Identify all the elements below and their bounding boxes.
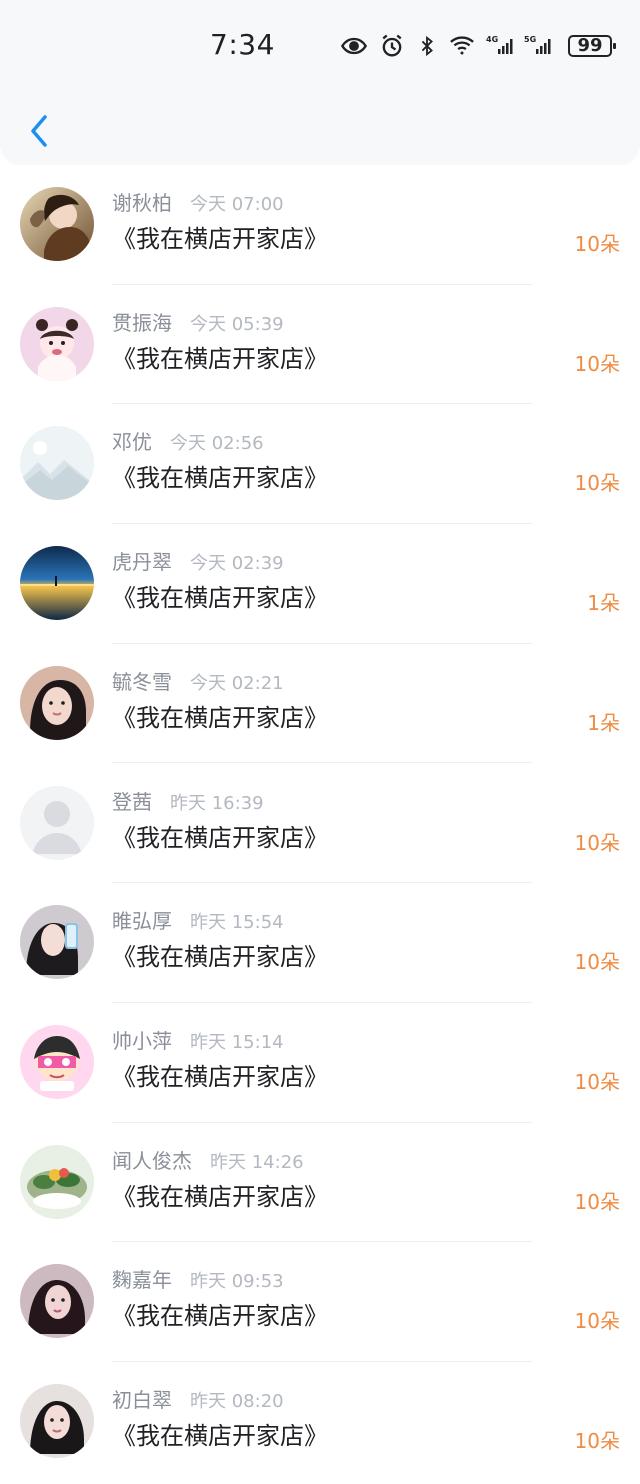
4g-signal-icon: 4G: [486, 35, 513, 54]
list-item[interactable]: 邓优 今天 02:56 《我在横店开家店》 10朵: [0, 404, 640, 525]
timestamp: 今天 02:56: [170, 433, 264, 455]
avatar: [20, 1384, 94, 1458]
battery-icon: 99: [568, 35, 616, 57]
avatar: [20, 785, 94, 860]
user-name: 帅小萍: [112, 1028, 172, 1053]
flower-count: 10朵: [574, 1429, 620, 1453]
list-item[interactable]: 毓冬雪 今天 02:21 《我在横店开家店》 1朵: [0, 644, 640, 764]
item-meta: 谢秋柏 今天 07:00: [112, 190, 284, 218]
status-bar: 7:34 4G 5G 99: [0, 0, 640, 88]
list-item[interactable]: 帅小萍 昨天 15:14 《我在横店开家店》 10朵: [0, 1003, 640, 1123]
item-meta: 虎丹翠 今天 02:39: [112, 549, 284, 577]
app-screen: 7:34 4G 5G 99 谢秋柏 今天 07:00 《我在横店开家店》 10朵…: [0, 0, 640, 1484]
timestamp: 昨天 16:39: [170, 792, 264, 814]
list-item[interactable]: 登茜 昨天 16:39 《我在横店开家店》 10朵: [0, 764, 640, 884]
flower-count: 10朵: [574, 830, 620, 855]
book-title: 《我在横店开家店》: [112, 943, 328, 972]
book-title: 《我在横店开家店》: [112, 1422, 328, 1450]
status-time: 7:34: [210, 28, 275, 61]
flower-count: 1朵: [587, 591, 620, 616]
timestamp: 今天 05:39: [190, 313, 284, 335]
user-name: 登茜: [112, 789, 152, 814]
wifi-icon: [450, 36, 474, 55]
back-chevron-icon: [31, 115, 47, 147]
item-meta: 毓冬雪 今天 02:21: [112, 669, 284, 697]
list-item[interactable]: 睢弘厚 昨天 15:54 《我在横店开家店》 10朵: [0, 883, 640, 1003]
list-item[interactable]: 麴嘉年 昨天 09:53 《我在横店开家店》 10朵: [0, 1242, 640, 1362]
user-name: 贯振海: [112, 310, 172, 335]
list-item[interactable]: 初白翠 昨天 08:20 《我在横店开家店》 10朵: [0, 1362, 640, 1482]
book-title: 《我在横店开家店》: [112, 225, 328, 253]
svg-text:5G: 5G: [524, 35, 536, 44]
header: 7:34 4G 5G 99: [0, 0, 640, 165]
avatar: [20, 546, 94, 621]
item-meta: 登茜 昨天 16:39: [112, 789, 264, 817]
book-title: 《我在横店开家店》: [112, 703, 328, 732]
timestamp: 昨天 09:53: [190, 1271, 284, 1293]
timestamp: 今天 02:39: [190, 553, 284, 575]
user-name: 邓优: [112, 430, 152, 455]
flower-count: 10朵: [574, 1069, 620, 1094]
flower-count: 10朵: [574, 1189, 620, 1214]
timestamp: 今天 02:21: [190, 672, 284, 694]
user-name: 初白翠: [112, 1388, 172, 1412]
list-item[interactable]: 贯振海 今天 05:39 《我在横店开家店》 10朵: [0, 285, 640, 405]
user-name: 虎丹翠: [112, 550, 172, 575]
book-title: 《我在横店开家店》: [112, 1302, 328, 1331]
timestamp: 昨天 08:20: [190, 1391, 284, 1412]
bluetooth-icon: [421, 35, 433, 57]
user-name: 毓冬雪: [112, 669, 172, 694]
flower-count: 10朵: [574, 351, 620, 376]
avatar: [20, 306, 94, 381]
timestamp: 昨天 14:26: [210, 1151, 304, 1173]
book-title: 《我在横店开家店》: [112, 1182, 328, 1211]
item-meta: 贯振海 今天 05:39: [112, 310, 284, 338]
book-title: 《我在横店开家店》: [112, 464, 328, 493]
list-item[interactable]: 虎丹翠 今天 02:39 《我在横店开家店》 1朵: [0, 524, 640, 644]
item-meta: 邓优 今天 02:56: [112, 429, 264, 457]
timestamp: 昨天 15:54: [190, 912, 284, 934]
avatar: [20, 426, 94, 501]
flower-count: 10朵: [574, 232, 620, 256]
book-title: 《我在横店开家店》: [112, 344, 328, 373]
list-item[interactable]: 闻人俊杰 昨天 14:26 《我在横店开家店》 10朵: [0, 1123, 640, 1243]
avatar: [20, 1024, 94, 1099]
item-meta: 帅小萍 昨天 15:14: [112, 1028, 284, 1056]
flower-count: 1朵: [587, 710, 620, 735]
user-name: 闻人俊杰: [112, 1148, 192, 1173]
book-title: 《我在横店开家店》: [112, 1062, 328, 1091]
avatar: [20, 905, 94, 980]
user-name: 麴嘉年: [112, 1268, 172, 1293]
back-button[interactable]: [22, 110, 56, 152]
eye-icon: [340, 37, 368, 55]
user-name: 谢秋柏: [112, 191, 172, 215]
gift-record-list: 谢秋柏 今天 07:00 《我在横店开家店》 10朵 贯振海 今天 05:39 …: [0, 165, 640, 1484]
item-meta: 闻人俊杰 昨天 14:26: [112, 1148, 304, 1176]
book-title: 《我在横店开家店》: [112, 584, 328, 613]
list-item[interactable]: 谢秋柏 今天 07:00 《我在横店开家店》 10朵: [0, 165, 640, 285]
flower-count: 10朵: [574, 1309, 620, 1334]
avatar: [20, 187, 94, 261]
timestamp: 今天 07:00: [190, 194, 284, 215]
alarm-icon: [382, 34, 402, 57]
avatar: [20, 1264, 94, 1339]
user-name: 睢弘厚: [112, 909, 172, 934]
flower-count: 10朵: [574, 471, 620, 496]
flower-count: 10朵: [574, 950, 620, 975]
avatar: [20, 1144, 94, 1219]
book-title: 《我在横店开家店》: [112, 823, 328, 852]
item-meta: 睢弘厚 昨天 15:54: [112, 908, 284, 936]
item-meta: 初白翠 昨天 08:20: [112, 1387, 284, 1415]
battery-percentage: 99: [577, 35, 603, 56]
svg-text:4G: 4G: [486, 35, 498, 44]
avatar: [20, 665, 94, 740]
status-icons: 4G 5G 99: [340, 30, 616, 62]
5g-signal-icon: 5G: [524, 35, 551, 54]
item-meta: 麴嘉年 昨天 09:53: [112, 1267, 284, 1295]
timestamp: 昨天 15:14: [190, 1031, 284, 1053]
